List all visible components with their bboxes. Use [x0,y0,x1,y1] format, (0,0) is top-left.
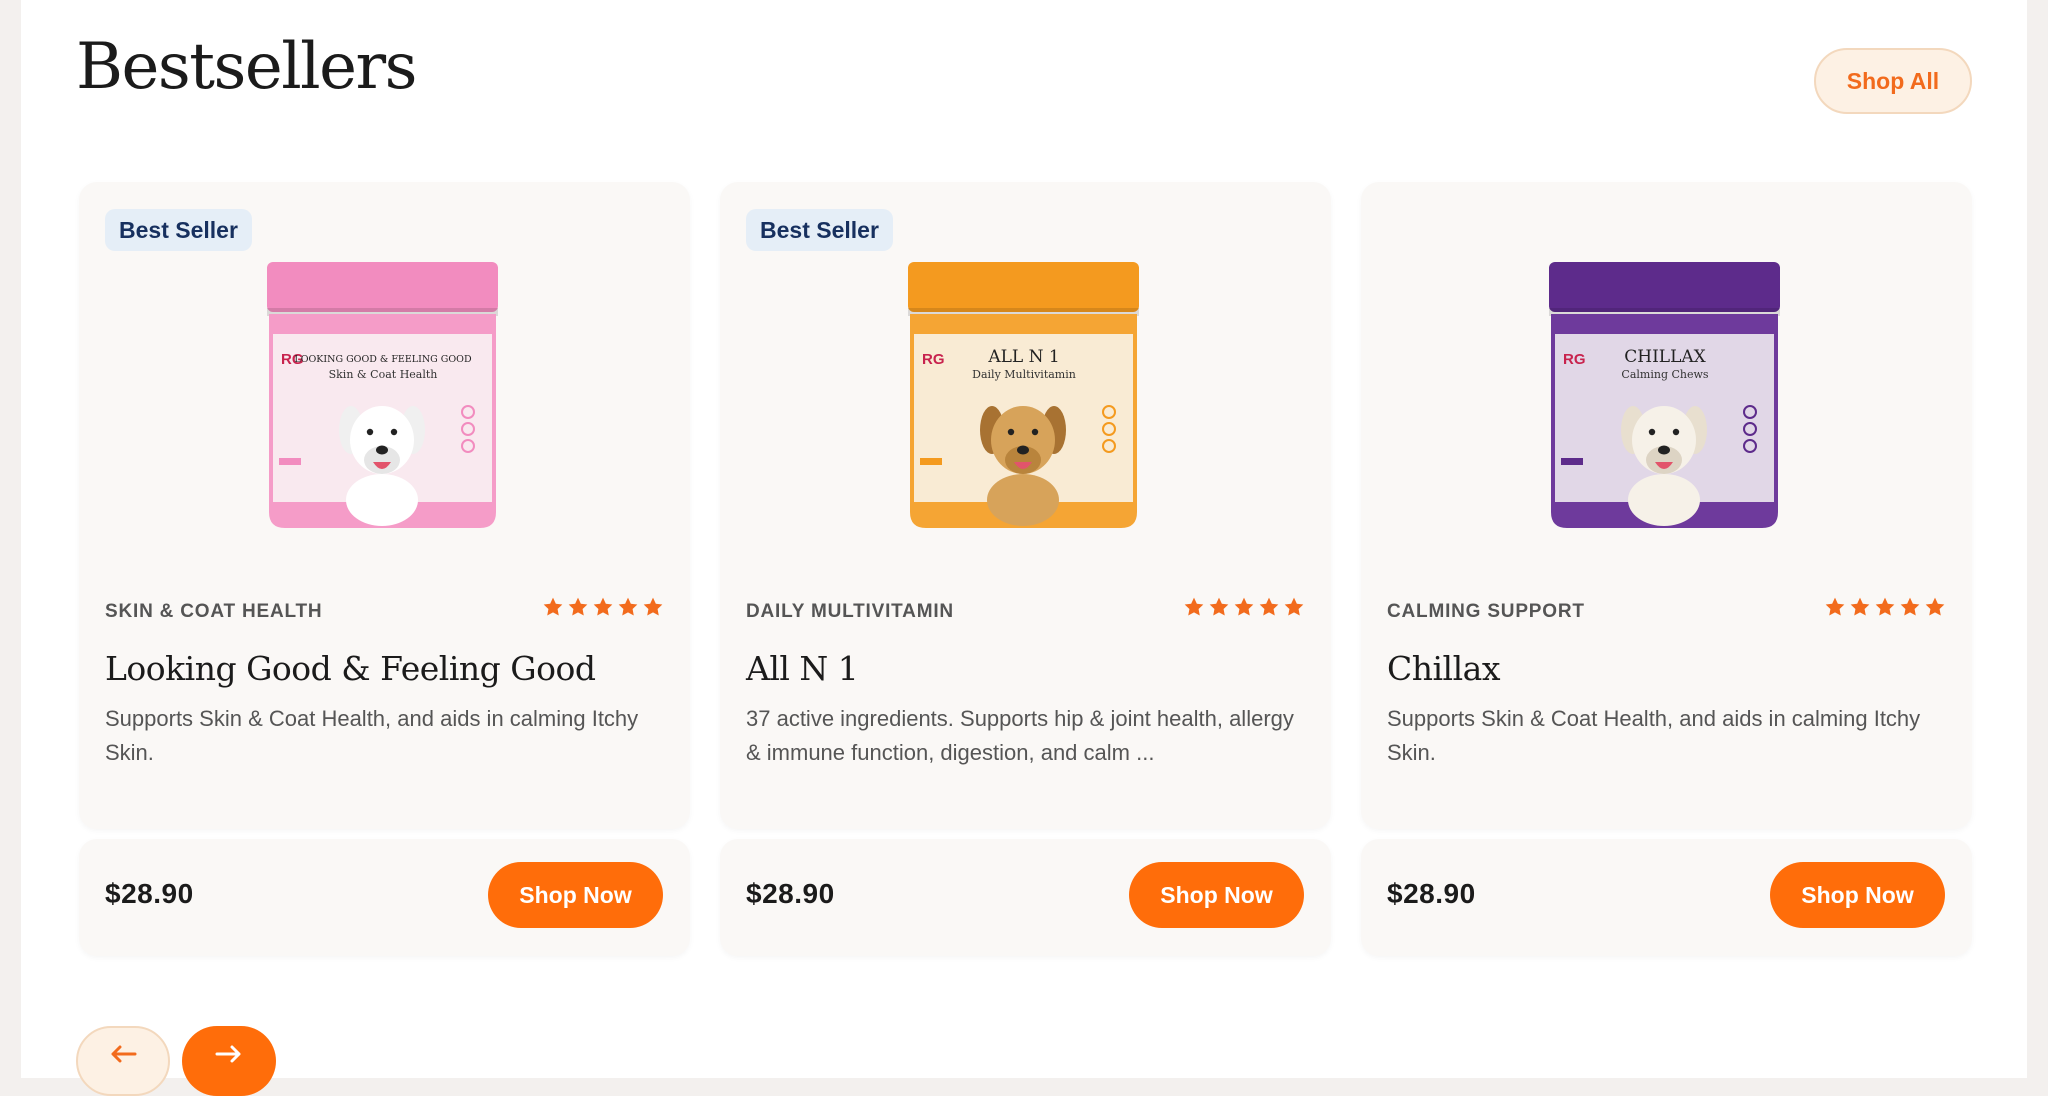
product-category: SKIN & COAT HEALTH [105,601,323,622]
svg-text:Daily Multivitamin: Daily Multivitamin [972,368,1076,381]
shop-all-button[interactable]: Shop All [1814,48,1972,114]
arrow-right-icon [215,1045,241,1063]
star-icon [1850,597,1870,616]
product-price: $28.90 [746,878,835,909]
product-name[interactable]: All N 1 [746,649,859,688]
star-icon [1284,597,1304,616]
product-card-footer: $28.90 Shop Now [720,839,1331,956]
svg-text:LOOKING GOOD & FEELING GOOD: LOOKING GOOD & FEELING GOOD [294,354,472,365]
section-title: Bestsellers [76,30,417,104]
shop-now-button[interactable]: Shop Now [1129,862,1304,928]
product-category: CALMING SUPPORT [1387,601,1585,622]
arrow-left-icon [111,1045,137,1063]
star-icon [568,597,588,616]
product-card-body[interactable]: Best Seller RG ALL N 1 Daily Multivitamin DA… [720,182,1331,829]
star-icon [643,597,663,616]
product-jar-image: RG CHILLAXCalming Chews [1549,262,1780,528]
svg-text:RG: RG [1563,351,1586,368]
shop-now-button[interactable]: Shop Now [1770,862,1945,928]
star-rating [1824,596,1946,618]
svg-text:ALL N 1: ALL N 1 [987,347,1059,367]
star-icon [1259,597,1279,616]
bestsellers-section: Bestsellers Shop All Best Seller RG LOOKIN… [21,0,2027,1096]
star-rating [1183,596,1305,618]
product-description: Supports Skin & Coat Health, and aids in… [105,706,639,765]
product-jar-image: RGLOOKING GOOD & FEELING GOODSkin & Coat… [267,262,498,528]
product-description: Supports Skin & Coat Health, and aids in… [1387,706,1921,765]
star-icon [1234,597,1254,616]
product-card[interactable]: Best Seller RG LOOKING GOOD & FEELING GOOD… [79,182,690,956]
star-icon [1209,597,1229,616]
product-card-body[interactable]: Best Seller RG LOOKING GOOD & FEELING GOOD… [79,182,690,829]
svg-text:CHILLAX: CHILLAX [1624,347,1706,367]
product-jar-image: RG ALL N 1Daily Multivitamin [908,262,1139,528]
star-icon [618,597,638,616]
star-icon [1825,597,1845,616]
star-icon [1900,597,1920,616]
carousel-prev-button[interactable] [76,1026,170,1096]
product-card[interactable]: Best Seller RG ALL N 1 Daily Multivitamin DA… [720,182,1331,956]
svg-text:Calming Chews: Calming Chews [1621,368,1708,381]
product-card-footer: $28.90 Shop Now [1361,839,1972,956]
star-icon [593,597,613,616]
star-icon [1184,597,1204,616]
product-category: DAILY MULTIVITAMIN [746,601,954,622]
product-name[interactable]: Looking Good & Feeling Good [105,649,596,688]
product-card[interactable]: RG CHILLAX Calming Chews CALMING SUPPORT Chi… [1361,182,1972,956]
product-description: 37 active ingredients. Supports hip & jo… [746,706,1294,765]
product-name[interactable]: Chillax [1387,649,1500,688]
star-icon [543,597,563,616]
product-card-body[interactable]: RG CHILLAX Calming Chews CALMING SUPPORT Chi… [1361,182,1972,829]
product-price: $28.90 [105,878,194,909]
star-icon [1875,597,1895,616]
best-seller-badge: Best Seller [105,209,252,251]
shop-now-button[interactable]: Shop Now [488,862,663,928]
svg-text:RG: RG [922,351,945,368]
best-seller-badge: Best Seller [746,209,893,251]
product-card-footer: $28.90 Shop Now [79,839,690,956]
product-price: $28.90 [1387,878,1476,909]
star-icon [1925,597,1945,616]
star-rating [542,596,664,618]
carousel-next-button[interactable] [182,1026,276,1096]
svg-text:Skin & Coat Health: Skin & Coat Health [329,368,438,381]
